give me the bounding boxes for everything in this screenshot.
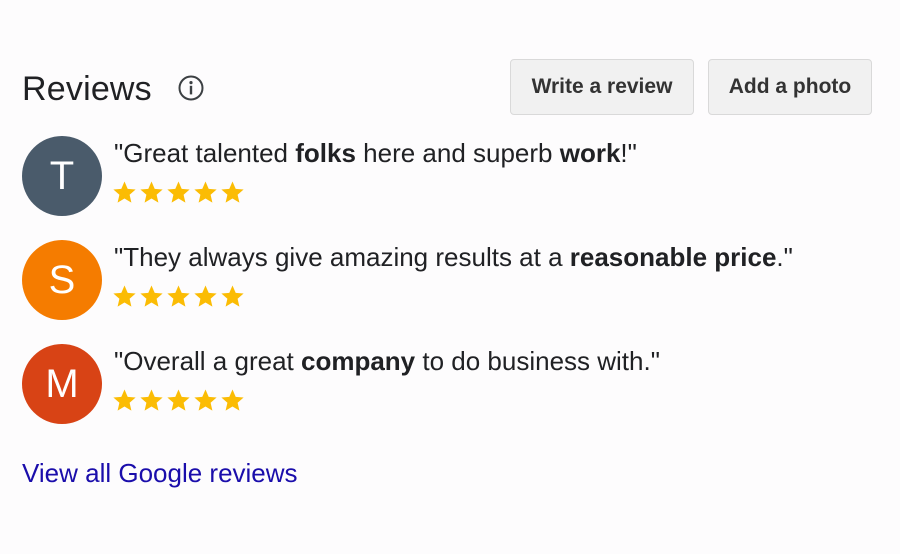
review-text-segment: here and superb — [355, 138, 560, 168]
review-item: M "Overall a great company to do business… — [22, 342, 882, 446]
review-text-segment: ." — [776, 242, 793, 272]
review-text-segment: "Great talented — [114, 138, 296, 168]
review-text: "Great talented folks here and superb wo… — [114, 138, 637, 169]
page-title: Reviews — [22, 70, 152, 108]
review-text-segment: to do business with." — [415, 346, 660, 376]
review-keyword: folks — [295, 138, 356, 168]
star-icon — [113, 389, 136, 411]
star-icon — [167, 389, 190, 411]
view-all-reviews-link[interactable]: View all Google reviews — [22, 458, 298, 489]
review-text-segment: !" — [620, 138, 637, 168]
write-review-button[interactable]: Write a review — [510, 59, 694, 115]
reviews-list: T "Great talented folks here and superb w… — [22, 134, 882, 446]
star-icon — [221, 389, 244, 411]
star-icon — [167, 285, 190, 307]
star-icon — [221, 285, 244, 307]
add-photo-button[interactable]: Add a photo — [708, 59, 872, 115]
review-keyword: reasonable price — [569, 242, 777, 272]
review-keyword: company — [300, 346, 416, 376]
star-icon — [194, 285, 217, 307]
star-icon — [140, 285, 163, 307]
star-icon — [221, 181, 244, 203]
star-icon — [194, 181, 217, 203]
review-text-segment: "They always give amazing results at a — [114, 242, 570, 272]
review-text: "They always give amazing results at a r… — [114, 242, 793, 273]
review-text-segment: "Overall a great — [114, 346, 301, 376]
avatar: S — [22, 240, 102, 320]
reviews-header: Reviews Write a review Add a photo — [22, 58, 872, 118]
review-item: T "Great talented folks here and superb w… — [22, 134, 882, 238]
star-icon — [113, 181, 136, 203]
review-text: "Overall a great company to do business … — [114, 346, 660, 377]
star-icon — [113, 285, 136, 307]
star-rating — [112, 284, 245, 309]
star-icon — [140, 181, 163, 203]
star-rating — [112, 388, 245, 413]
info-icon[interactable] — [177, 74, 205, 102]
star-icon — [167, 181, 190, 203]
star-icon — [140, 389, 163, 411]
avatar: T — [22, 136, 102, 216]
review-item: S "They always give amazing results at a … — [22, 238, 882, 342]
avatar: M — [22, 344, 102, 424]
star-rating — [112, 180, 245, 205]
star-icon — [194, 389, 217, 411]
review-keyword: work — [559, 138, 621, 168]
